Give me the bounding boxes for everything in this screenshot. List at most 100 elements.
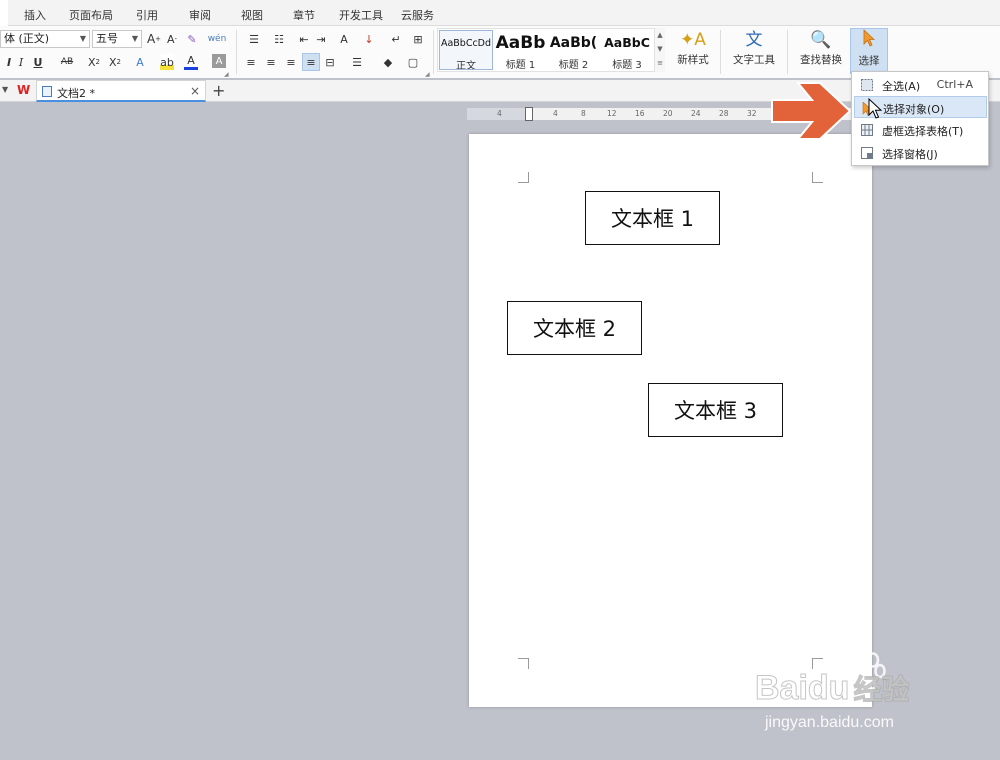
chinese-layout-icon[interactable]: A — [334, 30, 354, 48]
decrease-indent-icon[interactable]: ⇤ — [297, 30, 311, 48]
font-size-select[interactable]: 五号 ▼ — [92, 30, 142, 48]
selection-pane-icon — [861, 147, 873, 159]
style-heading-1[interactable]: AaBb 标题 1 — [495, 30, 546, 70]
tab-chapter[interactable]: 章节 — [293, 7, 315, 23]
crop-mark — [812, 172, 823, 183]
menu-bar: 插入 页面布局 引用 审阅 视图 章节 开发工具 云服务 — [0, 0, 1000, 26]
new-style-button[interactable]: ✦A 新样式 — [670, 28, 716, 74]
shrink-font-icon[interactable]: A- — [165, 30, 179, 48]
underline-icon[interactable]: U — [32, 54, 44, 70]
line-spacing-icon[interactable]: ☰ — [347, 54, 367, 70]
tab-review[interactable]: 审阅 — [189, 7, 211, 23]
ruler-number: 20 — [663, 109, 673, 118]
show-marks-icon[interactable]: ↵ — [387, 30, 405, 48]
textbox-text: 文本框 1 — [610, 207, 695, 231]
superscript-icon[interactable]: X2 — [87, 54, 101, 70]
find-replace-button[interactable]: 🔍 查找替换 — [794, 28, 848, 74]
increase-indent-icon[interactable]: ⇥ — [314, 30, 328, 48]
text-tools-button[interactable]: 文 文字工具 — [727, 28, 781, 74]
select-button[interactable]: 选择 — [850, 28, 888, 74]
shading-icon[interactable]: ◆ — [378, 54, 398, 70]
tab-cloud[interactable]: 云服务 — [401, 7, 434, 23]
text-effect-icon[interactable]: A — [133, 54, 147, 70]
textbox-1[interactable]: 文本框 1 — [585, 191, 720, 245]
watermark-brand: Baidu 经验 — [754, 669, 910, 708]
highlight-icon[interactable]: ab — [160, 54, 174, 70]
baidu-watermark: Baidu 经验 jingyan.baidu.com — [754, 650, 955, 750]
italic-serif-icon[interactable]: I — [16, 54, 26, 70]
clear-format-icon[interactable]: ✎ — [185, 30, 199, 48]
align-right-icon[interactable]: ≡ — [284, 54, 298, 70]
font-name-select[interactable]: 体 (正文) ▼ — [0, 30, 90, 48]
textbox-text: 文本框 2 — [532, 317, 617, 341]
wps-logo-icon[interactable]: W — [17, 83, 30, 97]
group-separator — [236, 30, 237, 74]
font-name-value: 体 (正文) — [4, 32, 50, 45]
char-shading-icon[interactable]: A — [212, 54, 226, 68]
sort-icon[interactable]: ↓ — [362, 30, 376, 48]
strikethrough-icon[interactable]: AB — [58, 54, 76, 70]
style-name: 标题 3 — [612, 60, 642, 70]
tab-references[interactable]: 引用 — [136, 7, 158, 23]
close-icon[interactable]: × — [190, 84, 200, 98]
paragraph-dialog-launcher[interactable]: ◢ — [425, 71, 430, 78]
group-separator — [433, 30, 434, 74]
justify-icon[interactable]: ≡ — [302, 53, 320, 71]
doc-tab-active[interactable]: 文档2 * × — [36, 80, 206, 102]
watermark-url: jingyan.baidu.com — [765, 714, 894, 731]
style-preview: AaBbCcDd — [440, 38, 492, 49]
indent-marker[interactable] — [525, 107, 533, 121]
style-heading-2[interactable]: AaBb( 标题 2 — [548, 30, 599, 70]
styles-scroll[interactable]: ▲ ▼ ≡ — [654, 28, 665, 72]
distributed-icon[interactable]: ⊟ — [322, 54, 338, 70]
group-separator — [787, 30, 788, 74]
crop-mark — [518, 172, 529, 183]
ruler-number: 4 — [497, 109, 502, 118]
table-select-icon — [861, 124, 873, 136]
annotation-arrow-icon — [771, 82, 852, 140]
textbox-2[interactable]: 文本框 2 — [507, 301, 642, 355]
tab-insert[interactable]: 插入 — [24, 7, 46, 23]
menu-item-select-all[interactable]: 全选(A) Ctrl+A — [854, 74, 987, 96]
style-heading-3[interactable]: AaBbC 标题 3 — [601, 30, 653, 70]
tab-developer[interactable]: 开发工具 — [339, 7, 383, 23]
phonetic-guide-icon[interactable]: wén — [207, 30, 227, 48]
subscript-icon[interactable]: X2 — [108, 54, 122, 70]
style-name: 正文 — [456, 61, 476, 70]
doc-tab-title: 文档2 * — [57, 87, 95, 100]
style-preview: AaBb( — [549, 35, 598, 51]
styles-gallery: AaBbCcDd 正文 AaBb 标题 1 AaBb( 标题 2 AaBbC 标… — [437, 28, 665, 72]
align-left-icon[interactable]: ≡ — [244, 54, 258, 70]
menu-item-marquee-select-table[interactable]: 虚框选择表格(T) — [854, 119, 987, 141]
menu-item-selection-pane[interactable]: 选择窗格(J) — [854, 142, 987, 164]
tab-page-layout[interactable]: 页面布局 — [69, 7, 113, 23]
align-center-icon[interactable]: ≡ — [264, 54, 278, 70]
style-normal[interactable]: AaBbCcDd 正文 — [439, 30, 493, 70]
active-tab-edge[interactable] — [0, 0, 8, 26]
ruler-number: 24 — [691, 109, 701, 118]
style-preview: AaBb — [495, 33, 546, 53]
chevron-down-icon: ▼ — [79, 34, 86, 43]
ruler-number: 16 — [635, 109, 645, 118]
find-replace-icon: 🔍 — [810, 30, 832, 50]
ruler-number: 32 — [747, 109, 757, 118]
font-color-icon[interactable]: A — [184, 54, 198, 70]
chevron-down-icon[interactable]: ▼ — [2, 85, 8, 94]
textbox-3[interactable]: 文本框 3 — [648, 383, 783, 437]
ruler-number: 4 — [553, 109, 558, 118]
add-tab-icon[interactable]: + — [212, 81, 225, 100]
bullets-icon[interactable]: ☰ — [242, 30, 266, 48]
ruler-number: 12 — [607, 109, 617, 118]
cursor-arrow-icon — [851, 29, 887, 53]
crop-mark — [518, 658, 529, 669]
italic-icon[interactable]: I — [4, 54, 14, 70]
grow-font-icon[interactable]: A + — [147, 30, 161, 48]
font-size-value: 五号 — [96, 32, 118, 45]
document-page[interactable]: 文本框 1 文本框 2 文本框 3 — [469, 134, 872, 707]
numbering-icon[interactable]: ☷ — [267, 30, 291, 48]
style-name: 标题 1 — [505, 60, 536, 70]
table-grid-icon[interactable]: ⊞ — [411, 30, 425, 48]
font-dialog-launcher[interactable]: ◢ — [224, 71, 229, 78]
border-icon[interactable]: ▢ — [403, 54, 423, 70]
tab-view[interactable]: 视图 — [241, 7, 263, 23]
